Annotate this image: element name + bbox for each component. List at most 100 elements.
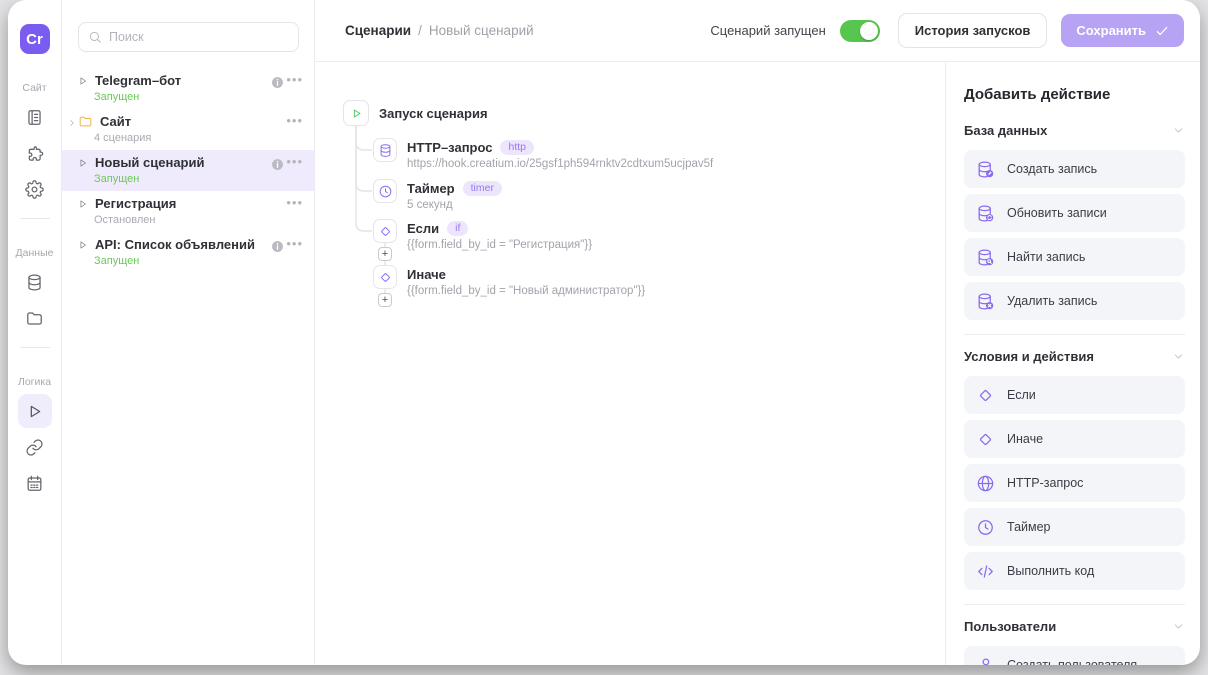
code-icon [976,562,995,581]
rail-item-play[interactable] [18,394,52,428]
action-item[interactable]: Таймер [964,508,1185,546]
more-options-button[interactable]: ••• [286,195,303,210]
rail-item-calendar[interactable] [18,466,52,500]
save-button[interactable]: Сохранить [1061,14,1184,47]
more-options-button[interactable]: ••• [286,154,303,169]
start-node[interactable]: Запуск сценария [343,100,488,126]
node-title: Если [407,221,439,236]
scenario-tree-item[interactable]: API: Список объявленийЗапущен••• [62,232,314,273]
section-header[interactable]: Условия и действия [964,349,1185,364]
action-item[interactable]: HTTP-запрос [964,464,1185,502]
action-item[interactable]: Создать запись [964,150,1185,188]
puzzle-icon [25,144,44,163]
diamond-icon[interactable] [373,219,397,243]
scenario-status: Остановлен [94,214,304,226]
scenario-tree-item[interactable]: Telegram–ботЗапущен••• [62,68,314,109]
play-icon[interactable] [343,100,369,126]
scenario-tree-item[interactable]: Сайт4 сценария••• [62,109,314,150]
action-item[interactable]: Обновить записи [964,194,1185,232]
app-window: Cr СайтДанныеЛогика Telegram–ботЗапущен•… [8,0,1200,665]
db-create-icon [976,160,995,179]
workflow-node[interactable]: HTTP–запросhttphttps://hook.creatium.io/… [373,138,713,170]
scenario-title: Сайт [100,114,131,129]
section-label: Условия и действия [964,349,1094,364]
run-history-button[interactable]: История запусков [898,13,1048,48]
scenario-sidebar: Telegram–ботЗапущен•••Сайт4 сценария•••Н… [62,0,315,665]
breadcrumb: Сценарии / Новый сценарий [345,23,534,38]
pages-icon [25,108,44,127]
diamond-icon [976,430,995,449]
info-icon[interactable] [271,158,284,171]
node-title: HTTP–запрос [407,140,492,155]
rail-item-puzzle[interactable] [18,136,52,170]
scenario-status: Запущен [94,91,304,103]
rail-group-label: Логика [18,376,51,388]
rail-item-database[interactable] [18,265,52,299]
breadcrumb-root[interactable]: Сценарии [345,23,411,38]
save-button-label: Сохранить [1076,23,1146,38]
toggle-knob [860,22,878,40]
icon-rail: Cr СайтДанныеЛогика [8,0,62,665]
workflow-node[interactable]: Иначе {{form.field_by_id = "Новый админис… [373,265,645,297]
chevron-right-icon[interactable] [67,118,77,128]
expand-triangle-icon[interactable] [78,76,88,86]
expand-triangle-icon[interactable] [78,199,88,209]
more-options-button[interactable]: ••• [286,236,303,251]
rail-item-folder[interactable] [18,301,52,335]
action-item[interactable]: Если [964,376,1185,414]
add-action-panel: Добавить действие База данныхСоздать зап… [945,62,1200,665]
workflow-node[interactable]: Таймерtimer5 секунд [373,179,502,211]
action-item[interactable]: Выполнить код [964,552,1185,590]
clock-icon[interactable] [373,179,397,203]
add-step-button[interactable]: + [378,247,392,261]
action-item-label: Удалить запись [1007,294,1097,308]
scenario-running-label: Сценарий запущен [710,23,825,38]
calendar-icon [25,474,44,493]
more-options-button[interactable]: ••• [286,113,303,128]
search-box[interactable] [78,22,299,52]
info-icon[interactable] [271,240,284,253]
action-section: База данных Создать запись Обновить записи… [964,123,1185,320]
workflow-node[interactable]: Еслиif{{form.field_by_id = "Регистрация"… [373,219,592,251]
database-icon [378,143,393,158]
action-item[interactable]: Удалить запись [964,282,1185,320]
search-input[interactable] [109,30,289,44]
rail-item-gear[interactable] [18,172,52,206]
info-icon[interactable] [271,76,284,89]
more-options-button[interactable]: ••• [286,72,303,87]
workflow-canvas[interactable]: Запуск сценария HTTP–запросhttphttps://h… [315,62,945,665]
section-header[interactable]: Пользователи [964,619,1185,634]
code-icon [976,562,995,581]
search-icon [88,30,102,44]
node-subtitle: {{form.field_by_id = "Новый администрато… [407,285,645,297]
scenario-tree-item[interactable]: РегистрацияОстановлен••• [62,191,314,232]
node-type-badge: if [447,221,468,236]
action-item[interactable]: Найти запись [964,238,1185,276]
breadcrumb-current: Новый сценарий [429,23,534,38]
action-item-label: Создать пользователя [1007,658,1137,665]
start-node-label: Запуск сценария [379,106,488,121]
add-step-button[interactable]: + [378,293,392,307]
folder-icon [78,114,93,129]
play-icon [25,402,44,421]
db-create-icon [976,160,995,179]
rail-item-pages[interactable] [18,100,52,134]
action-item[interactable]: Создать пользователя [964,646,1185,665]
rail-group: Данные [16,206,54,335]
action-item[interactable]: Иначе [964,420,1185,458]
expand-triangle-icon[interactable] [78,240,88,250]
scenario-running-toggle[interactable] [840,20,880,42]
node-subtitle: 5 секунд [407,199,502,211]
diamond-icon [976,386,995,405]
section-header[interactable]: База данных [964,123,1185,138]
diamond-icon[interactable] [373,265,397,289]
app-logo[interactable]: Cr [20,24,50,54]
database-icon[interactable] [373,138,397,162]
expand-triangle-icon[interactable] [78,158,88,168]
scenario-tree-item[interactable]: Новый сценарийЗапущен••• [62,150,314,191]
node-subtitle: https://hook.creatium.io/25gsf1ph594rnkt… [407,158,713,170]
rail-item-link[interactable] [18,430,52,464]
action-item-label: HTTP-запрос [1007,476,1083,490]
node-title: Иначе [407,267,446,282]
clock-icon [976,518,995,537]
